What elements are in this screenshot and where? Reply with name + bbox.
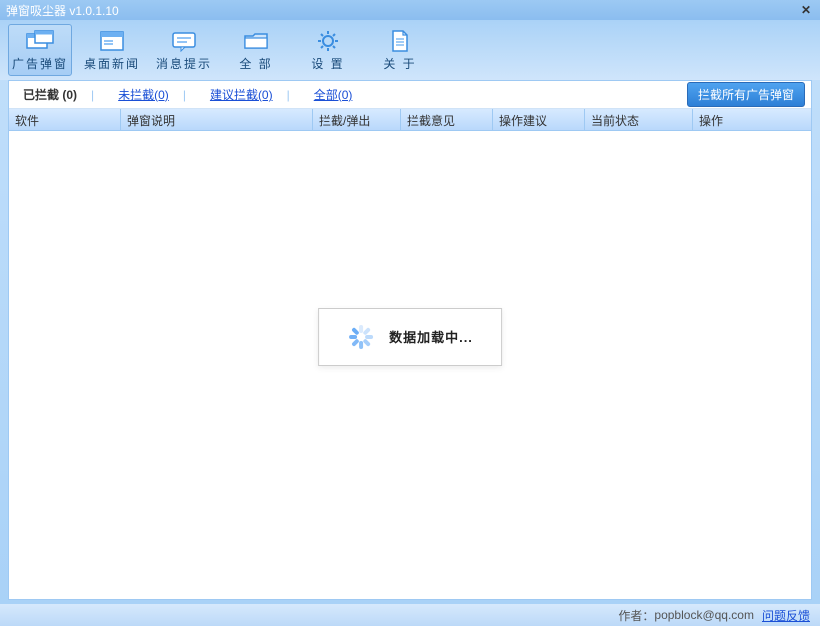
separator: | — [183, 88, 186, 102]
toolbar-label: 桌面新闻 — [84, 55, 140, 72]
table-body: 数据加载中... — [9, 131, 811, 599]
tab-suggest[interactable]: 建议拦截(0) — [202, 86, 281, 103]
separator: | — [287, 88, 290, 102]
title-bar[interactable]: 弹窗吸尘器 v1.0.1.10 ✕ — [0, 0, 820, 20]
loading-text: 数据加载中... — [389, 327, 473, 346]
toolbar-desktop-news-button[interactable]: 桌面新闻 — [80, 24, 144, 76]
document-icon — [386, 29, 414, 53]
tab-unblocked[interactable]: 未拦截(0) — [110, 86, 177, 103]
toolbar-all-button[interactable]: 全 部 — [224, 24, 288, 76]
close-icon[interactable]: ✕ — [798, 3, 814, 17]
toolbar-label: 消息提示 — [156, 55, 212, 72]
gear-icon — [314, 29, 342, 53]
tab-blocked[interactable]: 已拦截 (0) — [15, 86, 85, 103]
col-opinion[interactable]: 拦截意见 — [401, 109, 493, 130]
app-window: 弹窗吸尘器 v1.0.1.10 ✕ 广告弹窗 桌面新闻 消息提示 全 部 — [0, 0, 820, 626]
message-icon — [170, 29, 198, 53]
author-email: popblock@qq.com — [654, 608, 754, 622]
col-action[interactable]: 操作 — [693, 109, 811, 130]
news-icon — [98, 29, 126, 53]
toolbar-about-button[interactable]: 关 于 — [368, 24, 432, 76]
tab-all[interactable]: 全部(0) — [306, 86, 361, 103]
filter-tabs-row: 已拦截 (0) | 未拦截(0) | 建议拦截(0) | 全部(0) 拦截所有广… — [9, 81, 811, 109]
col-block-popup[interactable]: 拦截/弹出 — [313, 109, 401, 130]
content-panel: 已拦截 (0) | 未拦截(0) | 建议拦截(0) | 全部(0) 拦截所有广… — [8, 80, 812, 600]
toolbar-label: 关 于 — [383, 55, 416, 72]
toolbar-label: 设 置 — [311, 55, 344, 72]
feedback-link[interactable]: 问题反馈 — [762, 607, 810, 624]
toolbar-ad-popup-button[interactable]: 广告弹窗 — [8, 24, 72, 76]
author-label: 作者： — [618, 607, 654, 624]
status-bar: 作者： popblock@qq.com 问题反馈 — [0, 604, 820, 626]
col-software[interactable]: 软件 — [9, 109, 121, 130]
toolbar-label: 全 部 — [239, 55, 272, 72]
window-icon — [26, 29, 54, 53]
toolbar-message-button[interactable]: 消息提示 — [152, 24, 216, 76]
separator: | — [91, 88, 94, 102]
col-suggestion[interactable]: 操作建议 — [493, 109, 585, 130]
toolbar-label: 广告弹窗 — [12, 55, 68, 72]
loading-indicator: 数据加载中... — [318, 308, 502, 366]
col-description[interactable]: 弹窗说明 — [121, 109, 313, 130]
col-status[interactable]: 当前状态 — [585, 109, 693, 130]
spinner-icon — [347, 323, 375, 351]
folder-icon — [242, 29, 270, 53]
table-header: 软件 弹窗说明 拦截/弹出 拦截意见 操作建议 当前状态 操作 — [9, 109, 811, 131]
toolbar-settings-button[interactable]: 设 置 — [296, 24, 360, 76]
main-toolbar: 广告弹窗 桌面新闻 消息提示 全 部 设 置 — [0, 20, 820, 80]
window-title: 弹窗吸尘器 v1.0.1.10 — [6, 2, 798, 19]
block-all-button[interactable]: 拦截所有广告弹窗 — [687, 82, 805, 107]
